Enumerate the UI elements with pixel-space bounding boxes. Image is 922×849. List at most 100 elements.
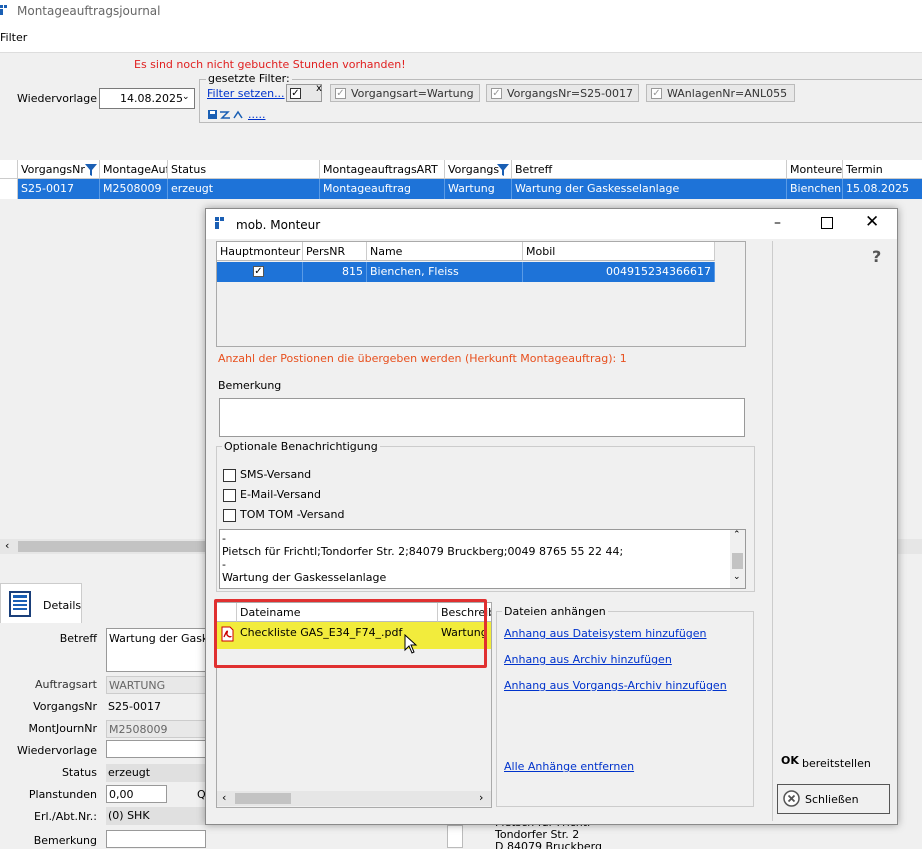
col-vorgangsnr[interactable]: VorgangsNr: [18, 160, 100, 179]
details-tab[interactable]: Details: [0, 583, 82, 623]
filter-chip-label: Vorgangsart=Wartung: [351, 87, 474, 100]
col-label: MontageauftragsART: [323, 163, 438, 176]
col-hauptmonteur[interactable]: Hauptmonteur: [217, 242, 303, 261]
col-mobil[interactable]: Mobil: [523, 242, 715, 261]
bemerkung-input[interactable]: [219, 398, 745, 437]
col-montageauftrag[interactable]: MontageAuftr: [100, 160, 168, 179]
col-termin[interactable]: Termin: [843, 160, 922, 179]
tomtom-label[interactable]: TOM TOM -Versand: [240, 508, 344, 521]
save-filter-link[interactable]: .....: [248, 108, 265, 121]
check-icon: ✓: [290, 88, 301, 99]
attach-vorgangs-archive-link[interactable]: Anhang aus Vorgangs-Archiv hinzufügen: [504, 679, 727, 692]
filter-group-label: gesetzte Filter:: [206, 72, 292, 85]
wiedervorlage-label: Wiedervorlage: [17, 92, 98, 105]
cell-vorgangsnr[interactable]: S25-0017: [18, 179, 100, 199]
col-label: Status: [171, 163, 207, 176]
col-monteure[interactable]: Monteure: [787, 160, 843, 179]
col-montageauftragsart[interactable]: MontageauftragsART: [320, 160, 445, 179]
cell-montageauftrag[interactable]: M2508009: [100, 179, 168, 199]
schliessen-button[interactable]: Schließen: [777, 784, 890, 814]
side-strip: [447, 825, 463, 848]
bereitstellen-label: bereitstellen: [802, 757, 871, 770]
cell-mobil[interactable]: 004915234366617: [523, 262, 715, 282]
montjournnr-label: MontJournNr: [28, 722, 97, 735]
mob-monteur-dialog: mob. Monteur – ✕ Hauptmonteur PersNR Nam…: [205, 208, 898, 825]
col-label: MontageAuftr: [103, 163, 167, 176]
col-label: Vorgangs: [448, 163, 500, 176]
maximize-icon[interactable]: [821, 217, 833, 229]
scrollbar-thumb[interactable]: [235, 793, 291, 804]
chevron-left-icon[interactable]: ‹: [5, 539, 9, 552]
col-vorgangsart[interactable]: Vorgangs: [445, 160, 512, 179]
close-circle-icon: [783, 790, 800, 810]
auftragsart-field: WARTUNG: [106, 676, 206, 694]
attach-group-label: Dateien anhängen: [502, 605, 608, 618]
details-icon: [9, 591, 31, 620]
scrollbar-thumb[interactable]: [18, 541, 213, 552]
attach-group: [496, 611, 754, 807]
cell-termin[interactable]: 15.08.2025: [843, 179, 922, 199]
wiedervorlage-detail-field[interactable]: [106, 740, 206, 758]
chevron-up-icon[interactable]: ⌃: [733, 530, 741, 540]
window-title: Montageauftragsjournal: [17, 4, 161, 18]
table-row-selector[interactable]: [0, 179, 18, 199]
auftragsart-label: Auftragsart: [34, 678, 97, 691]
bemerkung-detail-field[interactable]: [106, 830, 206, 848]
filter-set-link[interactable]: Filter setzen...: [207, 87, 285, 100]
cell-status[interactable]: erzeugt: [168, 179, 320, 199]
filter-chip-vorgangsart[interactable]: ✓ Vorgangsart=Wartung: [330, 84, 480, 102]
cell-vorgangsart[interactable]: Wartung: [445, 179, 512, 199]
count-text: Anzahl der Postionen die übergeben werde…: [218, 352, 627, 365]
chevron-right-icon[interactable]: ›: [479, 791, 483, 804]
erl-abt-field: (0) SHK: [106, 807, 206, 825]
chevron-left-icon[interactable]: ‹: [222, 791, 226, 804]
col-persnr[interactable]: PersNR: [303, 242, 367, 261]
highlight-marker: [214, 599, 487, 668]
filter-funnel-icon[interactable]: [497, 163, 509, 178]
attach-filesystem-link[interactable]: Anhang aus Dateisystem hinzufügen: [504, 627, 707, 640]
menu-bar: Filter: [0, 22, 922, 53]
cell-name[interactable]: Bienchen, Fleiss: [367, 262, 523, 282]
menu-filter[interactable]: Filter: [0, 31, 27, 44]
chevron-down-icon[interactable]: ⌄: [182, 92, 190, 102]
col-name[interactable]: Name: [367, 242, 523, 261]
sms-checkbox[interactable]: [223, 469, 236, 482]
remove-all-attachments-link[interactable]: Alle Anhänge entfernen: [504, 760, 634, 773]
sms-label[interactable]: SMS-Versand: [240, 468, 311, 481]
cell-hauptmonteur[interactable]: ✓: [217, 262, 303, 282]
email-label[interactable]: E-Mail-Versand: [240, 488, 321, 501]
tomtom-checkbox[interactable]: [223, 509, 236, 522]
cell-monteure[interactable]: Bienchen,: [787, 179, 843, 199]
filter-x[interactable]: x: [316, 83, 322, 94]
files-hscrollbar[interactable]: ‹ ›: [217, 791, 491, 806]
filter-chip-vorgangsnr[interactable]: ✓ VorgangsNr=S25-0017: [486, 84, 639, 102]
minimize-icon[interactable]: –: [774, 215, 781, 231]
vorgangsnr-value: S25-0017: [108, 700, 161, 713]
attach-archive-link[interactable]: Anhang aus Archiv hinzufügen: [504, 653, 672, 666]
cell-montageauftragsart[interactable]: Montageauftrag: [320, 179, 445, 199]
close-icon[interactable]: ✕: [865, 212, 879, 232]
col-betreff[interactable]: Betreff: [512, 160, 787, 179]
message-textarea[interactable]: - Pietsch für Frichtl;Tondorfer Str. 2;8…: [219, 529, 746, 589]
cell-betreff[interactable]: Wartung der Gaskesselanlage: [512, 179, 787, 199]
help-icon[interactable]: ?: [872, 247, 881, 266]
col-label: VorgangsNr: [21, 163, 85, 176]
erl-abt-label: Erl./Abt.Nr.:: [34, 810, 97, 823]
hauptmonteur-checkbox[interactable]: ✓: [253, 266, 264, 277]
filter-chip-anlagennr[interactable]: ✓ WAnlagenNr=ANL055: [646, 84, 795, 102]
textarea-vscrollbar[interactable]: ⌃ ⌄: [730, 530, 745, 588]
col-status[interactable]: Status: [168, 160, 320, 179]
bereitstellen-button[interactable]: OK bereitstellen: [781, 752, 891, 774]
col-label: Name: [370, 245, 403, 258]
scrollbar-thumb[interactable]: [732, 553, 743, 569]
chevron-down-icon[interactable]: ⌄: [733, 572, 741, 582]
save-filter-icon[interactable]: [208, 110, 246, 123]
wiedervorlage-date-picker[interactable]: 14.08.2025 ⌄: [99, 88, 195, 109]
betreff-field[interactable]: Wartung der Gaskes: [106, 628, 220, 672]
email-checkbox[interactable]: [223, 489, 236, 502]
planstunden-field[interactable]: 0,00: [106, 785, 167, 803]
cell-persnr[interactable]: 815: [303, 262, 367, 282]
filter-chip-label: WAnlagenNr=ANL055: [667, 87, 788, 100]
filter-toggle-checkbox[interactable]: ✓ x: [286, 83, 322, 102]
filter-funnel-icon[interactable]: [85, 163, 97, 178]
